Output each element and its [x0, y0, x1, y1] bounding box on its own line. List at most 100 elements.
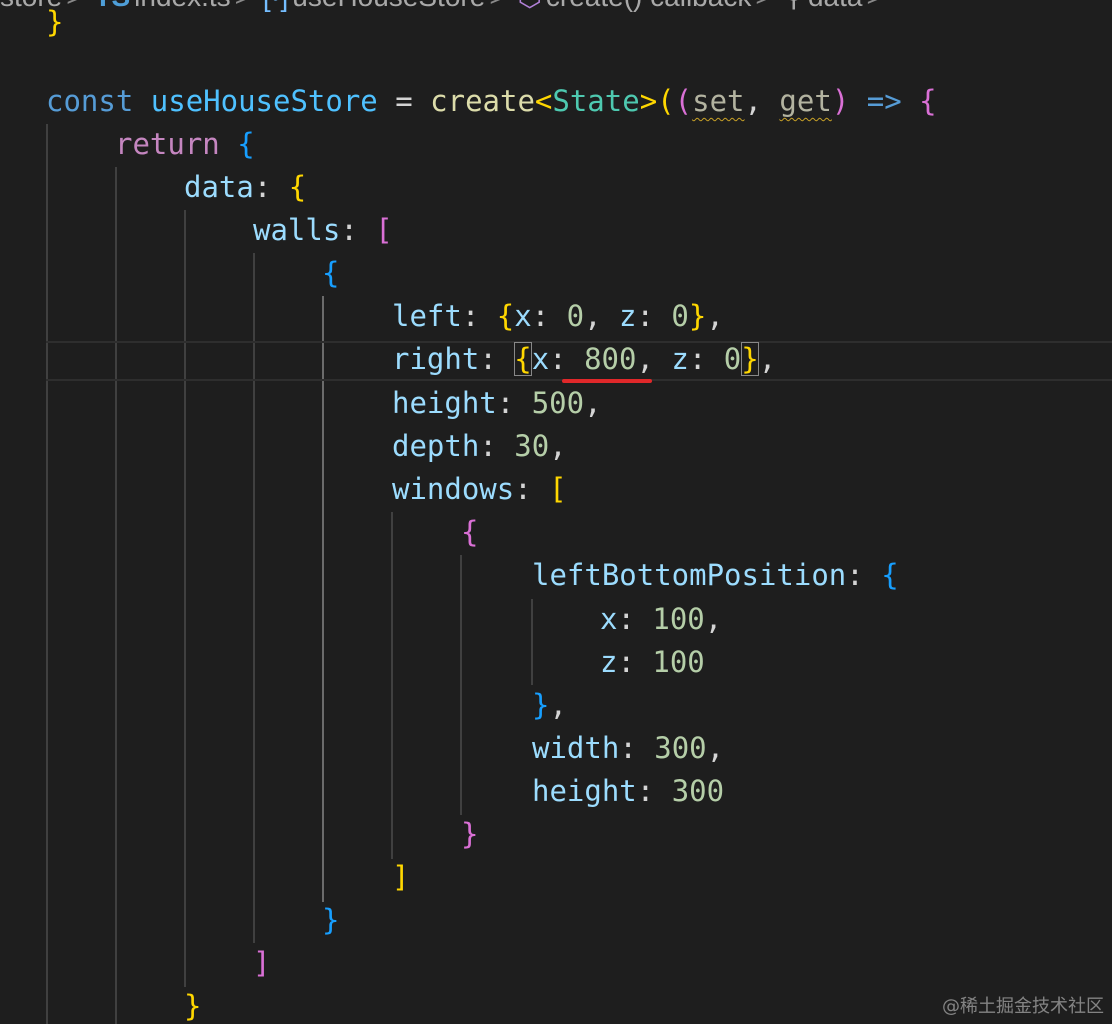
bracket: [ [375, 213, 393, 247]
property: depth [392, 429, 480, 463]
code-line[interactable]: { [322, 252, 339, 295]
chevron-right-icon: > [755, 0, 771, 12]
operator: : [531, 299, 567, 333]
function-name: create [430, 84, 535, 118]
operator: : [514, 472, 550, 506]
property: walls [253, 213, 341, 247]
method-symbol-icon: ⬡ [517, 0, 541, 12]
operator: : [479, 342, 515, 376]
operator: , [584, 386, 602, 420]
brace: } [46, 5, 64, 39]
operator: : [636, 299, 672, 333]
code-line[interactable]: } [184, 985, 201, 1024]
code-line[interactable]: windows: [ [392, 468, 567, 511]
property-symbol-icon: ⚲ [783, 0, 804, 12]
bracket: } [461, 817, 479, 851]
code-line[interactable]: const useHouseStore = create<State>((set… [46, 80, 937, 123]
code-line[interactable]: x: 100, [600, 598, 722, 641]
operator: : [549, 342, 585, 376]
property: x [600, 602, 618, 636]
property: x [514, 299, 532, 333]
code-line[interactable]: data: { [184, 166, 306, 209]
chevron-right-icon: > [66, 0, 82, 12]
unused-param: get [779, 84, 832, 118]
operator: : [479, 429, 515, 463]
code-line[interactable]: leftBottomPosition: { [532, 554, 899, 597]
code-line[interactable]: walls: [ [253, 209, 393, 252]
operator: , [636, 342, 672, 376]
code-line[interactable]: } [461, 813, 478, 856]
bracket: > [639, 84, 658, 118]
property: x [531, 342, 550, 376]
code-line[interactable]: height: 300 [532, 770, 724, 813]
bracket: { [288, 170, 307, 204]
chevron-right-icon: > [866, 0, 882, 12]
code-line[interactable]: left: {x: 0, z: 0}, [392, 295, 724, 338]
operator: , [549, 688, 567, 722]
breadcrumb-item-file[interactable]: index.ts [134, 0, 231, 12]
operator: : [617, 602, 653, 636]
operator: : [340, 213, 376, 247]
code-line-current[interactable]: right: {x: 800, z: 0}, [392, 338, 776, 381]
bracket: { [881, 558, 899, 592]
code-line[interactable]: } [322, 899, 339, 942]
code-line[interactable]: z: 100 [600, 641, 705, 684]
operator: , [706, 299, 724, 333]
code-editor[interactable]: store> TSindex.ts> [◦]useHouseStore> ⬡cr… [0, 0, 1112, 1024]
property: windows [392, 472, 515, 506]
breadcrumb-item-symbol[interactable]: useHouseStore [292, 0, 485, 12]
code-line[interactable]: height: 500, [392, 382, 602, 425]
operator: , [744, 84, 780, 118]
indent-guide [391, 512, 393, 859]
indent-guide [115, 167, 117, 1024]
code-line[interactable]: return { [115, 123, 255, 166]
operator: , [704, 602, 723, 636]
number: 800 [584, 342, 637, 376]
property: z [600, 645, 618, 679]
operator: : [636, 774, 672, 808]
operator: , [758, 342, 777, 376]
code-line[interactable]: }, [532, 684, 567, 727]
bracket: { [461, 515, 479, 549]
indent-guide [322, 296, 324, 902]
number: 300 [654, 731, 707, 765]
code-line[interactable]: ] [392, 856, 409, 899]
operator: , [706, 731, 725, 765]
operator: : [461, 299, 497, 333]
keyword: const [46, 84, 134, 118]
property: height [392, 386, 497, 420]
bracket: ] [392, 860, 410, 894]
property: z [671, 342, 689, 376]
operator: , [584, 299, 620, 333]
bracket: { [237, 127, 255, 161]
bracket: { [919, 84, 937, 118]
number: 0 [671, 299, 689, 333]
operator: : [688, 342, 724, 376]
chevron-right-icon: > [235, 0, 251, 12]
typescript-file-icon: TS [94, 0, 130, 12]
property: z [619, 299, 637, 333]
breadcrumb-item-callback[interactable]: create() callback [546, 0, 751, 12]
code-line[interactable]: } [46, 1, 63, 44]
code-line[interactable]: width: 300, [532, 727, 724, 770]
bracket: } [688, 299, 707, 333]
number: 100 [652, 602, 705, 636]
code-line[interactable]: { [461, 511, 478, 554]
bracket: < [534, 84, 553, 118]
keyword: return [115, 127, 220, 161]
variable-symbol-icon: [◦] [263, 0, 288, 12]
operator: : [846, 558, 882, 592]
bracket: [ [549, 472, 567, 506]
bracket: { [322, 256, 340, 290]
code-line[interactable]: depth: 30, [392, 425, 567, 468]
operator: = [377, 84, 431, 118]
code-line[interactable]: ] [253, 942, 270, 985]
watermark: @稀土掘金技术社区 [942, 996, 1104, 1017]
operator: : [253, 170, 289, 204]
number: 0 [723, 342, 742, 376]
property: right [392, 342, 480, 376]
number: 100 [652, 645, 705, 679]
number: 30 [514, 429, 550, 463]
breadcrumb-item-data[interactable]: data [808, 0, 863, 12]
operator: : [617, 645, 653, 679]
